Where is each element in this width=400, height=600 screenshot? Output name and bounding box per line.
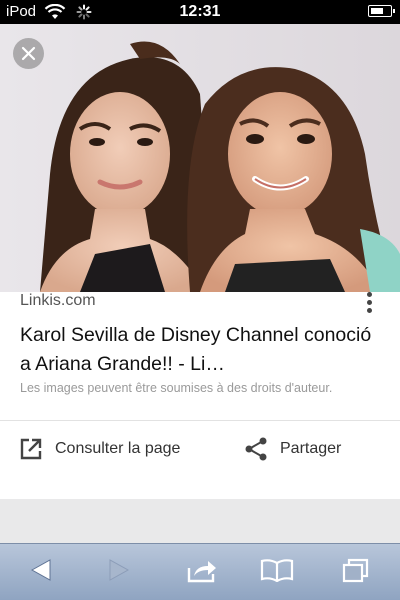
source-domain[interactable]: Linkis.com — [20, 292, 96, 310]
visit-page-label: Consulter la page — [55, 440, 181, 457]
status-bar: iPod 12:31 — [0, 0, 400, 24]
divider — [0, 420, 400, 421]
share-label: Partager — [280, 440, 342, 457]
open-in-new-icon — [18, 436, 44, 467]
tabs-icon — [342, 558, 369, 583]
battery-icon — [368, 5, 395, 17]
back-button[interactable] — [30, 558, 52, 587]
image-result-card — [0, 24, 400, 499]
back-arrow-icon — [30, 559, 51, 581]
result-photo[interactable] — [0, 24, 400, 292]
forward-arrow-icon — [109, 559, 130, 581]
share-out-icon — [187, 561, 216, 583]
close-icon — [21, 46, 36, 61]
book-icon — [260, 559, 294, 583]
bookmarks-button[interactable] — [260, 558, 294, 587]
share-icon — [243, 436, 269, 467]
forward-button[interactable] — [108, 558, 130, 587]
more-options-button[interactable] — [355, 288, 383, 318]
result-title[interactable]: Karol Sevilla de Disney Channel conoció … — [20, 321, 385, 379]
clock: 12:31 — [179, 3, 221, 20]
close-button[interactable] — [13, 38, 44, 69]
tabs-button[interactable] — [342, 558, 370, 589]
browser-toolbar — [0, 543, 400, 600]
battery-level — [370, 7, 384, 14]
action-button[interactable] — [186, 558, 218, 589]
copyright-notice: Les images peuvent être soumises à des d… — [20, 381, 333, 395]
